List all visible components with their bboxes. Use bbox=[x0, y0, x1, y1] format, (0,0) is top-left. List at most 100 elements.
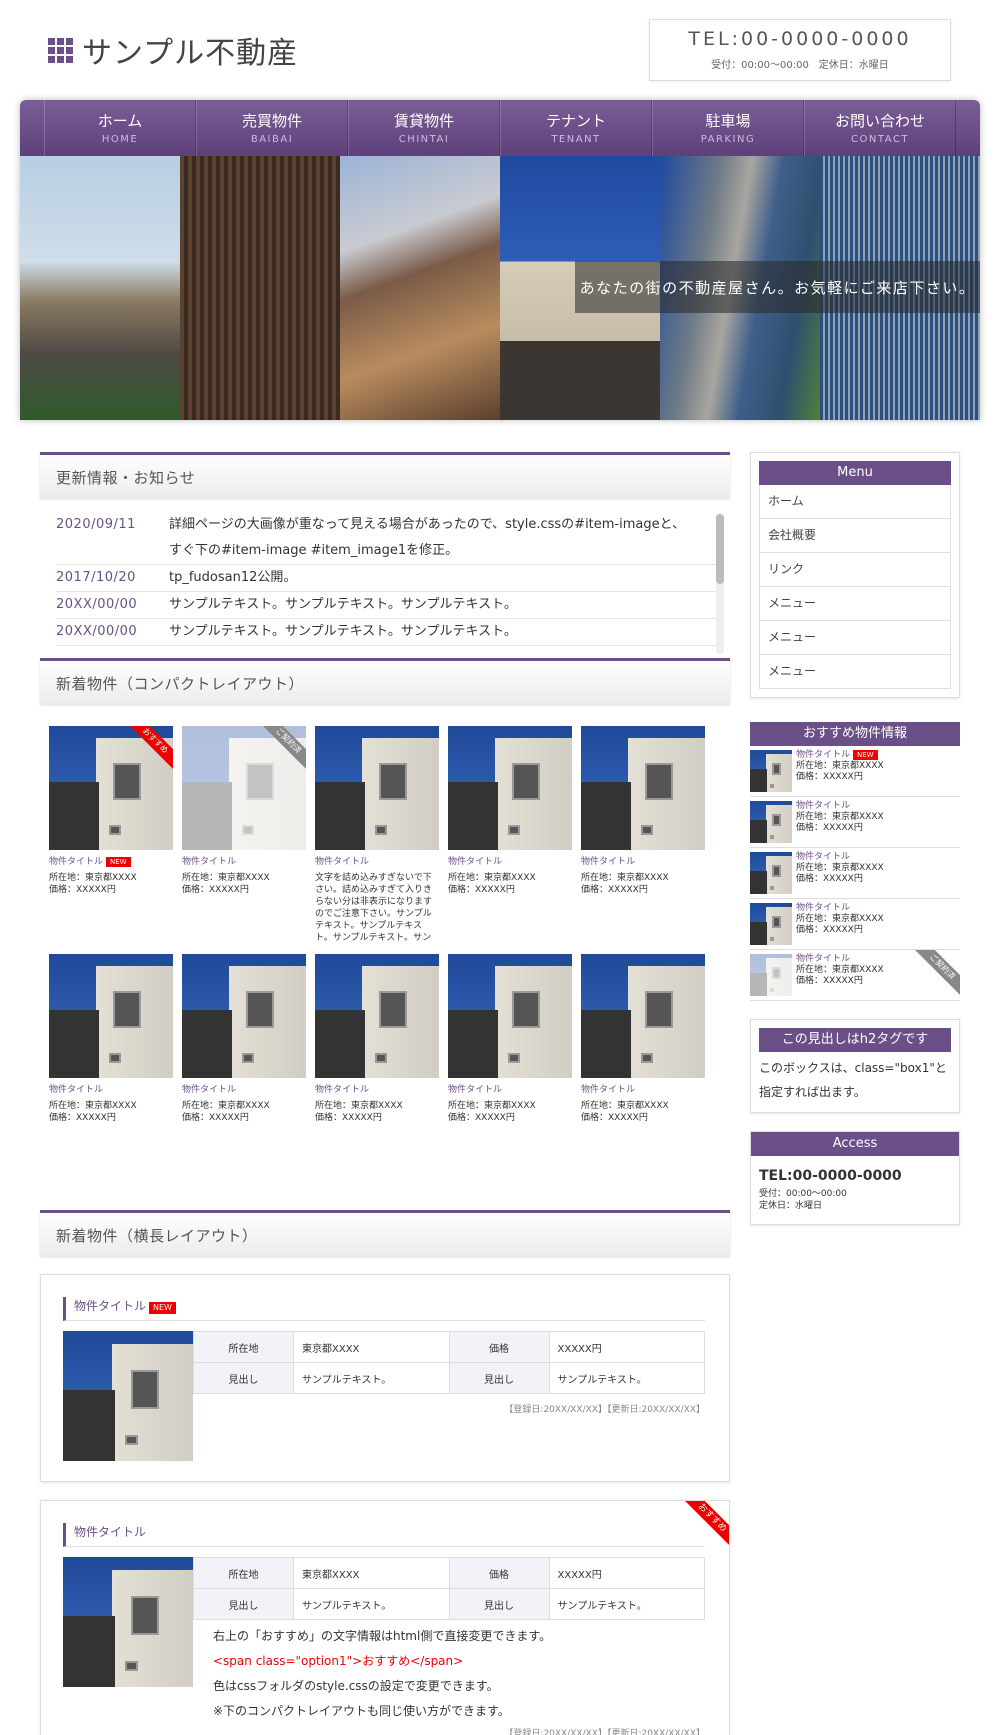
side-menu-item[interactable]: メニュー bbox=[759, 655, 951, 689]
new-badge: NEW bbox=[853, 750, 878, 760]
news-list[interactable]: 2020/09/11 詳細ページの大画像が重なって見える場合があったので、styl… bbox=[40, 512, 730, 658]
compact-card-photo[interactable] bbox=[581, 726, 705, 850]
compact-card-photo[interactable] bbox=[448, 726, 572, 850]
recommend-item-photo[interactable] bbox=[750, 903, 792, 945]
news-scroll-thumb[interactable] bbox=[716, 514, 724, 584]
hero-photo-house bbox=[20, 156, 180, 420]
compact-card-photo[interactable] bbox=[182, 954, 306, 1078]
recommend-item-photo[interactable] bbox=[750, 852, 792, 894]
recommend-title: おすすめ物件情報 bbox=[750, 722, 960, 746]
recommend-item-photo[interactable] bbox=[750, 801, 792, 843]
long-item-title[interactable]: 物件タイトル bbox=[63, 1523, 705, 1547]
compact-card[interactable]: 物件タイトル 所在地：東京都XXXX 価格：XXXXX円 bbox=[448, 726, 572, 942]
compact-card-price: 価格：XXXXX円 bbox=[448, 885, 515, 895]
h2-box-title: この見出しはh2タグです bbox=[759, 1028, 951, 1052]
site-logo[interactable]: サンプル不動産 bbox=[48, 28, 298, 72]
recommend-item-title[interactable]: 物件タイトル bbox=[796, 954, 884, 965]
long-item-photo[interactable] bbox=[63, 1557, 193, 1687]
compact-card[interactable]: おすすめ 物件タイトル NEW 所在地：東京都XXXX 価格：XXXXX円 bbox=[49, 726, 173, 942]
nav-chintai[interactable]: 賃貸物件 CHINTAI bbox=[348, 100, 500, 156]
compact-card-photo[interactable]: ご契約済 bbox=[182, 726, 306, 850]
side-menu-home[interactable]: ホーム bbox=[759, 485, 951, 519]
long-item-title[interactable]: 物件タイトル NEW bbox=[63, 1297, 705, 1321]
compact-card-title[interactable]: 物件タイトル bbox=[448, 856, 572, 868]
recommend-item[interactable]: 物件タイトル 所在地：東京都XXXX 価格：XXXXX円 ご契約済 bbox=[750, 950, 960, 1001]
nav-home[interactable]: ホーム HOME bbox=[44, 100, 196, 156]
recommend-item-title[interactable]: 物件タイトル bbox=[796, 801, 884, 812]
compact-card-address: 所在地：東京都XXXX bbox=[315, 1101, 403, 1111]
main-nav: ホーム HOME 売買物件 BAIBAI 賃貸物件 CHINTAI テナント TENAN… bbox=[20, 100, 980, 156]
news-scrollbar[interactable] bbox=[716, 514, 724, 654]
side-menu: Menu ホーム 会社概要 リンク メニュー メニュー メニュー bbox=[750, 452, 960, 698]
news-item: 2017/10/20 tp_fudosan12公開。 bbox=[56, 565, 720, 592]
recommend-item-photo[interactable] bbox=[750, 954, 792, 996]
nav-tenant[interactable]: テナント TENANT bbox=[500, 100, 652, 156]
compact-card-title[interactable]: 物件タイトル bbox=[448, 1084, 572, 1096]
compact-card-address: 所在地：東京都XXXX bbox=[182, 1101, 270, 1111]
compact-card-photo[interactable] bbox=[49, 954, 173, 1078]
header-hours: 受付：00:00〜00:00 定休日：水曜日 bbox=[711, 60, 889, 71]
building-photo bbox=[750, 750, 792, 792]
compact-card-price: 価格：XXXXX円 bbox=[49, 1113, 116, 1123]
compact-card-photo[interactable] bbox=[448, 954, 572, 1078]
recommend-item-price: 価格：XXXXX円 bbox=[796, 823, 863, 833]
recommend-item-title[interactable]: 物件タイトル bbox=[796, 903, 884, 914]
compact-section-title: 新着物件（コンパクトレイアウト） bbox=[40, 658, 730, 704]
header-tel: TEL:00-0000-0000 bbox=[688, 28, 912, 50]
recommend-item[interactable]: 物件タイトル 所在地：東京都XXXX 価格：XXXXX円 bbox=[750, 899, 960, 950]
grid-icon bbox=[48, 37, 73, 63]
recommend-item-title[interactable]: 物件タイトル bbox=[796, 852, 884, 863]
compact-card-address: 所在地：東京都XXXX bbox=[49, 1101, 137, 1111]
compact-card[interactable]: 物件タイトル 所在地：東京都XXXX 価格：XXXXX円 bbox=[448, 954, 572, 1170]
compact-card[interactable]: 物件タイトル 所在地：東京都XXXX 価格：XXXXX円 bbox=[49, 954, 173, 1170]
side-menu-title: Menu bbox=[759, 461, 951, 485]
building-photo bbox=[750, 954, 792, 996]
recommend-item-title[interactable]: 物件タイトル NEW bbox=[796, 750, 884, 761]
recommend-item[interactable]: 物件タイトル 所在地：東京都XXXX 価格：XXXXX円 bbox=[750, 848, 960, 899]
long-item[interactable]: 物件タイトル NEW 所在地 東京都XXXX 価格 XXXXX円 見出し サンプルテキスト… bbox=[40, 1274, 730, 1482]
compact-card[interactable]: 物件タイトル 所在地：東京都XXXX 価格：XXXXX円 bbox=[581, 954, 705, 1170]
compact-card-title[interactable]: 物件タイトル bbox=[49, 1084, 173, 1096]
compact-card[interactable]: 物件タイトル 所在地：東京都XXXX 価格：XXXXX円 bbox=[182, 954, 306, 1170]
long-item-dates: 【登録日:20XX/XX/XX】【更新日:20XX/XX/XX】 bbox=[504, 1729, 705, 1735]
news-item: 20XX/00/00 サンプルテキスト。サンプルテキスト。サンプルテキスト。 bbox=[56, 592, 720, 619]
side-menu-company[interactable]: 会社概要 bbox=[759, 519, 951, 553]
side-menu-link[interactable]: リンク bbox=[759, 553, 951, 587]
side-menu-item[interactable]: メニュー bbox=[759, 621, 951, 655]
nav-contact[interactable]: お問い合わせ CONTACT bbox=[804, 100, 956, 156]
compact-card-title[interactable]: 物件タイトル NEW bbox=[49, 856, 173, 868]
compact-card-address: 所在地：東京都XXXX bbox=[581, 1101, 669, 1111]
recommend-item[interactable]: 物件タイトル 所在地：東京都XXXX 価格：XXXXX円 bbox=[750, 797, 960, 848]
compact-card-photo[interactable] bbox=[581, 954, 705, 1078]
recommend-item[interactable]: 物件タイトル NEW 所在地：東京都XXXX 価格：XXXXX円 bbox=[750, 746, 960, 797]
building-photo bbox=[49, 954, 173, 1078]
building-photo bbox=[448, 954, 572, 1078]
compact-card[interactable]: 物件タイトル 文字を詰め込みすぎないで下さい。詰め込みすぎて入りきらない分は非表示… bbox=[315, 726, 439, 942]
compact-card[interactable]: ご契約済 物件タイトル 所在地：東京都XXXX 価格：XXXXX円 bbox=[182, 726, 306, 942]
recommend-item-photo[interactable] bbox=[750, 750, 792, 792]
compact-card-title[interactable]: 物件タイトル bbox=[182, 856, 306, 868]
compact-card-title[interactable]: 物件タイトル bbox=[182, 1084, 306, 1096]
side-menu-item[interactable]: メニュー bbox=[759, 587, 951, 621]
building-photo bbox=[750, 852, 792, 894]
compact-card-title[interactable]: 物件タイトル bbox=[315, 1084, 439, 1096]
long-item[interactable]: おすすめ 物件タイトル 所在地 東京都XXXX 価格 XXXXX円 見出し サンプルテキ… bbox=[40, 1500, 730, 1735]
building-photo bbox=[182, 954, 306, 1078]
compact-card-title[interactable]: 物件タイトル bbox=[315, 856, 439, 868]
compact-card-photo[interactable]: おすすめ bbox=[49, 726, 173, 850]
compact-card-title[interactable]: 物件タイトル bbox=[581, 856, 705, 868]
compact-card-photo[interactable] bbox=[315, 954, 439, 1078]
compact-card[interactable]: 物件タイトル 所在地：東京都XXXX 価格：XXXXX円 bbox=[315, 954, 439, 1170]
recommend-item-address: 所在地：東京都XXXX bbox=[796, 914, 884, 924]
compact-card[interactable]: 物件タイトル 所在地：東京都XXXX 価格：XXXXX円 bbox=[581, 726, 705, 942]
nav-parking[interactable]: 駐車場 PARKING bbox=[652, 100, 804, 156]
compact-card-photo[interactable] bbox=[315, 726, 439, 850]
building-photo bbox=[63, 1557, 193, 1687]
long-section-title: 新着物件（横長レイアウト） bbox=[40, 1210, 730, 1256]
recommend-item-address: 所在地：東京都XXXX bbox=[796, 761, 884, 771]
compact-card-title[interactable]: 物件タイトル bbox=[581, 1084, 705, 1096]
access-box: Access TEL:00-0000-0000 受付：00:00〜00:00 定… bbox=[750, 1131, 960, 1225]
nav-baibai[interactable]: 売買物件 BAIBAI bbox=[196, 100, 348, 156]
recommend-item-address: 所在地：東京都XXXX bbox=[796, 965, 884, 975]
long-item-photo[interactable] bbox=[63, 1331, 193, 1461]
